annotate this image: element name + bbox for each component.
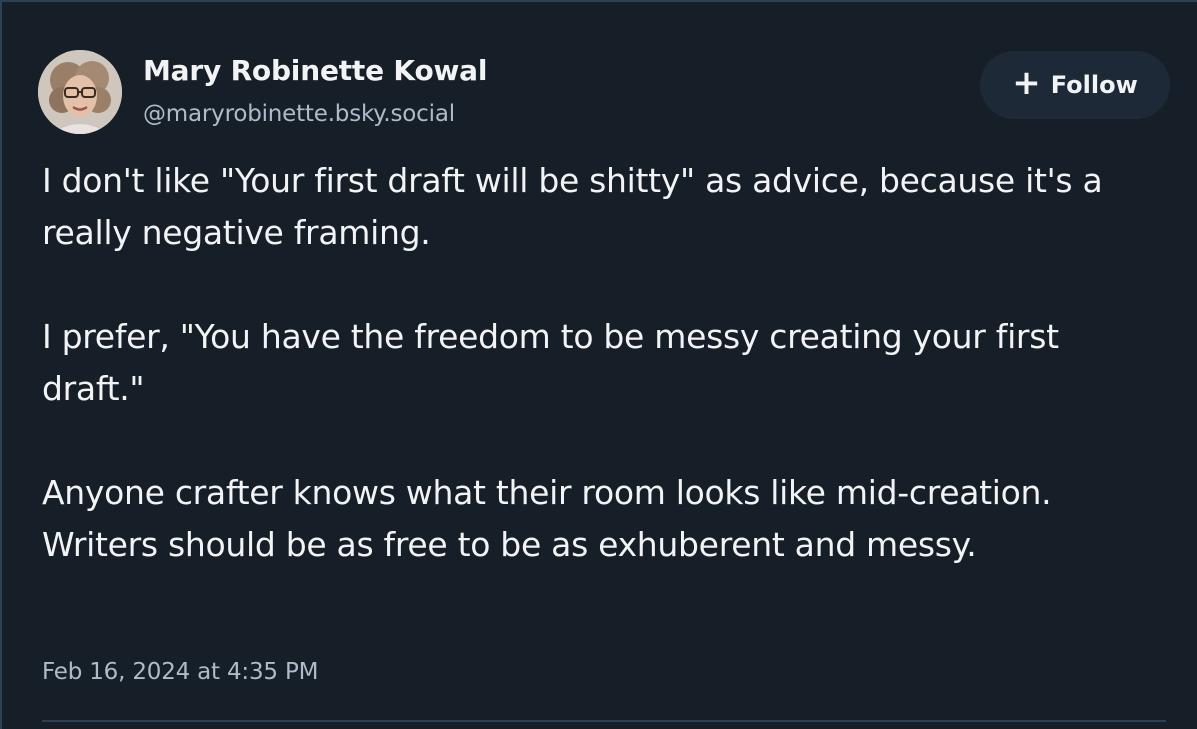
author-avatar[interactable] [38, 50, 122, 134]
user-avatar-icon [38, 50, 122, 134]
post-paragraph: I don't like "Your first draft will be s… [42, 161, 1103, 252]
post-card: Mary Robinette Kowal @maryrobinette.bsky… [0, 0, 1197, 729]
divider [42, 720, 1166, 722]
follow-button[interactable]: + Follow [980, 51, 1170, 119]
author-display-name[interactable]: Mary Robinette Kowal [143, 54, 487, 87]
plus-icon: + [1012, 63, 1041, 103]
post-text: I don't like "Your first draft will be s… [42, 155, 1162, 623]
post-paragraph: I prefer, "You have the freedom to be me… [42, 317, 1059, 408]
author-handle[interactable]: @maryrobinette.bsky.social [143, 101, 455, 127]
post-timestamp[interactable]: Feb 16, 2024 at 4:35 PM [42, 659, 318, 685]
follow-button-label: Follow [1050, 71, 1138, 99]
post-paragraph: Anyone crafter knows what their room loo… [42, 473, 1052, 564]
